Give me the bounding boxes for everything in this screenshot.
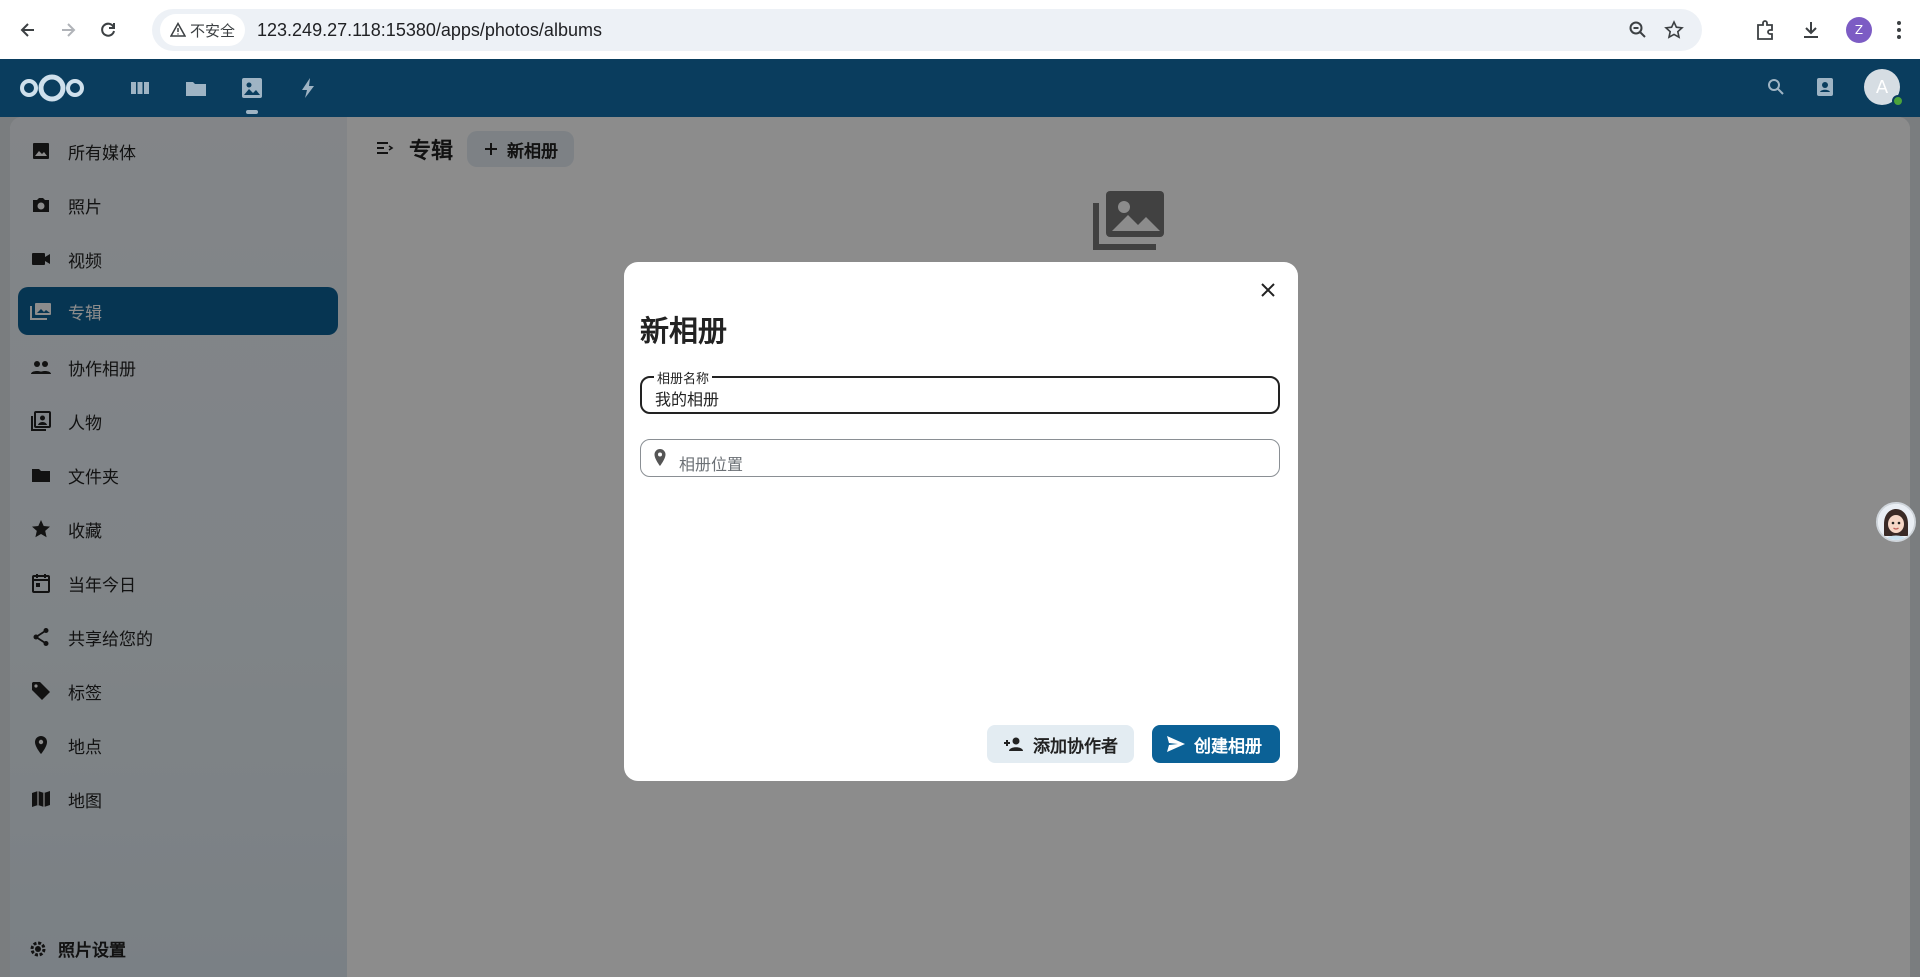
photos-icon bbox=[242, 78, 262, 98]
arrow-left-icon bbox=[20, 22, 34, 37]
app-header: A bbox=[0, 59, 1920, 117]
create-album-button[interactable]: 创建相册 bbox=[1152, 725, 1280, 763]
lightning-icon bbox=[302, 78, 314, 98]
create-album-label: 创建相册 bbox=[1194, 736, 1262, 757]
photos-app[interactable] bbox=[238, 74, 266, 114]
more-vert-icon[interactable] bbox=[1896, 19, 1902, 41]
folder-icon bbox=[186, 82, 206, 96]
dialog-title: 新相册 bbox=[640, 314, 728, 348]
album-location-input[interactable]: 相册位置 bbox=[679, 451, 743, 475]
close-button[interactable] bbox=[1252, 274, 1284, 306]
files-app[interactable] bbox=[182, 74, 210, 102]
warning-icon bbox=[170, 22, 186, 37]
security-label: 不安全 bbox=[190, 21, 236, 40]
avatar-initial: A bbox=[1875, 76, 1889, 98]
location-pin-icon bbox=[654, 449, 666, 466]
new-album-dialog: 新相册 相册名称 我的相册 相册位置 添加协作者 创建相册 bbox=[624, 262, 1298, 781]
bookmark-star-icon[interactable] bbox=[1664, 20, 1684, 40]
arrow-right-icon bbox=[62, 22, 76, 37]
browser-toolbar: 不安全 123.249.27.118:15380/apps/photos/alb… bbox=[0, 0, 1920, 59]
address-bar[interactable]: 不安全 123.249.27.118:15380/apps/photos/alb… bbox=[152, 9, 1702, 51]
activity-app[interactable] bbox=[294, 74, 322, 102]
album-location-field[interactable]: 相册位置 bbox=[640, 439, 1280, 477]
album-name-label: 相册名称 bbox=[654, 368, 713, 387]
online-status-badge bbox=[1892, 95, 1904, 107]
zoom-icon[interactable] bbox=[1628, 20, 1648, 40]
download-icon[interactable] bbox=[1800, 19, 1822, 41]
url-text[interactable]: 123.249.27.118:15380/apps/photos/albums bbox=[257, 20, 602, 41]
assistant-avatar[interactable] bbox=[1876, 502, 1916, 542]
security-chip[interactable]: 不安全 bbox=[160, 14, 246, 46]
forward-button[interactable] bbox=[48, 10, 88, 50]
nextcloud-logo-icon[interactable] bbox=[18, 68, 86, 108]
send-icon bbox=[1167, 736, 1185, 752]
assistant-face-icon bbox=[1878, 504, 1914, 540]
reload-icon bbox=[101, 22, 115, 37]
add-collaborators-button[interactable]: 添加协作者 bbox=[987, 725, 1134, 763]
add-collaborators-label: 添加协作者 bbox=[1033, 736, 1118, 757]
user-avatar[interactable]: A bbox=[1864, 69, 1904, 107]
dashboard-icon bbox=[131, 82, 149, 94]
extensions-icon[interactable] bbox=[1754, 19, 1776, 41]
album-name-field[interactable]: 相册名称 我的相册 bbox=[640, 368, 1280, 414]
contacts-icon[interactable] bbox=[1814, 76, 1836, 98]
back-button[interactable] bbox=[8, 10, 48, 50]
close-icon bbox=[1261, 283, 1275, 297]
album-name-input[interactable]: 我的相册 bbox=[655, 386, 719, 410]
reload-button[interactable] bbox=[88, 10, 128, 50]
search-icon[interactable] bbox=[1766, 77, 1786, 97]
browser-profile-avatar[interactable]: Z bbox=[1846, 17, 1872, 43]
add-user-icon bbox=[1004, 737, 1023, 751]
dashboard-app[interactable] bbox=[126, 74, 154, 102]
